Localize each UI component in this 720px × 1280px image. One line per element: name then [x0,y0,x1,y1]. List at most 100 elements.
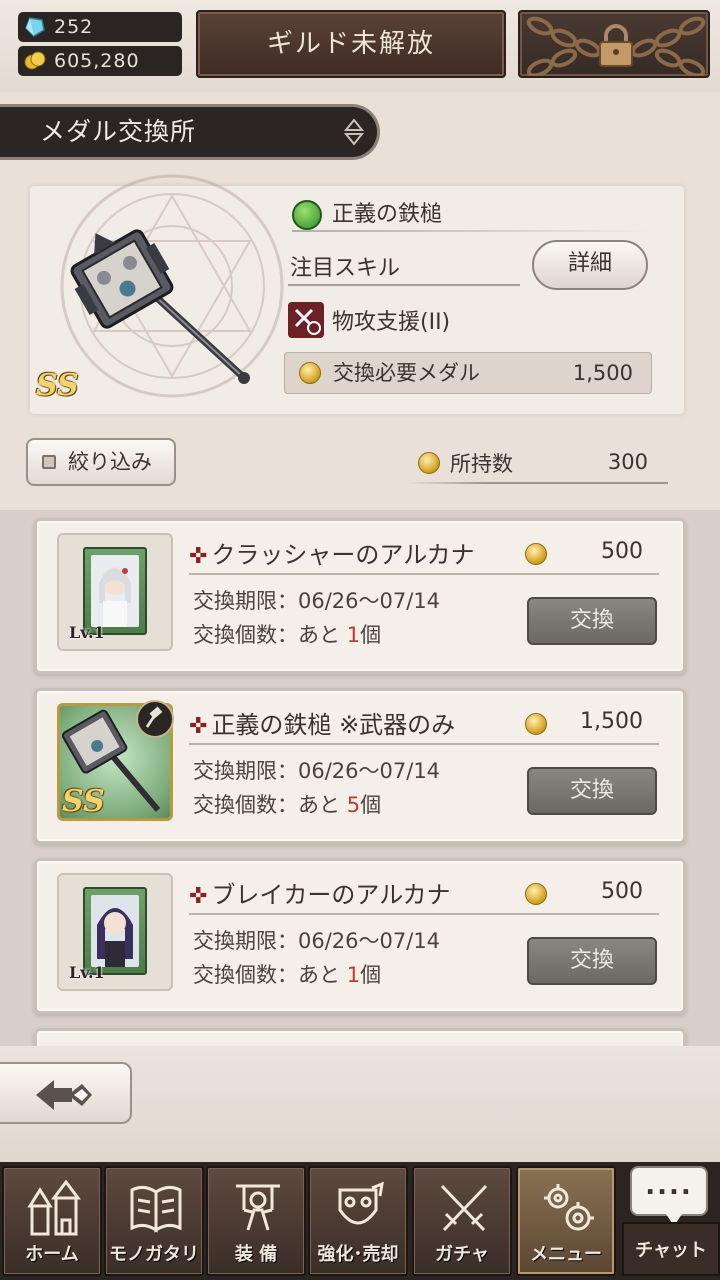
weapon-rank-badge: SS [62,784,105,819]
nav-story-label: モノガタリ [109,1244,199,1265]
medal-icon [299,362,321,384]
filter-checkbox-icon [42,455,56,469]
arcana-card-thumbnail[interactable]: Lv.1 [57,873,173,991]
book-icon [130,1185,182,1233]
medal-icon [525,713,547,735]
nav-equip-label: 装 備 [234,1244,278,1265]
chain-lock-icon [526,16,706,76]
item-title-underline [189,573,659,575]
item-title-text: ブレイカーのアルカナ [211,881,451,909]
gem-count: 252 [54,16,94,38]
list-item: Lv.1 ✜ ブレイカーのアルカナ 500 交換期限：06/26〜07/14 交換… [34,858,686,1014]
cross-bullet-icon: ✜ [189,714,208,739]
filter-label: 絞り込み [68,450,152,474]
mask-icon [338,1181,384,1225]
weapon-thumbnail[interactable]: SS [57,700,174,821]
hammer-weapon-image [70,229,250,384]
item-title-text: クラッシャーのアルカナ [211,541,475,569]
item-title-underline [189,743,659,745]
page-title-text: メダル交換所 [40,117,197,146]
owned-underline [406,482,668,484]
puppet-icon [236,1184,280,1231]
name-underline [292,230,652,232]
sort-icon[interactable] [341,117,367,147]
count-number: 1 [346,963,361,987]
count-suffix: 個 [360,623,382,647]
back-arrow-icon [36,1080,92,1110]
medal-icon [525,883,547,905]
arcana-card-thumbnail[interactable]: Lv.1 [57,533,173,651]
nav-menu[interactable]: メニュー [516,1166,616,1276]
medal-icon [418,452,440,474]
exchange-count: 交換個数：あと 1個 [193,619,381,649]
exchange-button[interactable]: 交換 [527,597,657,645]
nav-gacha-label: ガチャ [435,1244,489,1265]
exchange-count: 交換個数：あと 5個 [193,789,381,819]
filter-button[interactable]: 絞り込み [26,438,176,486]
featured-rank-badge: SS [36,368,79,403]
item-price: 500 [601,539,643,564]
medal-icon [525,543,547,565]
arcana-card-image [73,547,147,645]
hammer-type-icon [136,700,174,738]
chat-button[interactable]: .... [630,1166,708,1226]
nav-chat-label[interactable]: チャット [622,1222,720,1276]
item-title: ✜ 正義の鉄槌 ※武器のみ [189,705,455,740]
nav-gacha[interactable]: ガチャ [412,1166,512,1276]
character-portrait [91,895,139,967]
featured-item-name: 正義の鉄槌 [292,196,442,230]
gears-icon [544,1184,594,1231]
featured-item-name-text: 正義の鉄槌 [332,202,443,227]
exchange-button[interactable]: 交換 [527,937,657,985]
cross-bullet-icon: ✜ [189,884,208,909]
page-title: メダル交換所 [0,104,380,160]
count-suffix: 個 [360,963,382,987]
required-medal-value: 1,500 [572,361,633,385]
gold-count: 605,280 [54,50,140,72]
item-title: ✜ クラッシャーのアルカナ [189,535,474,570]
exchange-count: 交換個数：あと 1個 [193,959,381,989]
skill-underline [288,284,520,286]
exchange-list[interactable]: Lv.1 ✜ クラッシャーのアルカナ 500 交換期限：06/26〜07/14 交… [0,510,720,1050]
locked-feature-button[interactable] [518,10,710,78]
gold-coins-icon [24,51,46,70]
gem-counter: 252 [18,12,182,42]
card-level: Lv.1 [69,623,105,642]
required-medal-label: 交換必要メダル [333,361,480,385]
nav-enhance[interactable]: 強化･売却 [308,1166,408,1276]
nav-menu-label: メニュー [530,1244,602,1265]
list-item: SS ✜ 正義の鉄槌 ※武器のみ 1,500 交換期限：06/26〜07/14 交… [34,688,686,844]
item-price: 1,500 [580,709,643,734]
detail-button[interactable]: 詳細 [532,240,648,290]
nav-home-label: ホーム [25,1244,79,1265]
count-suffix: 個 [360,793,382,817]
count-prefix: 交換個数：あと [193,963,347,987]
character-portrait [91,555,139,627]
required-medal-box: 交換必要メダル 1,500 [284,352,652,394]
owned-medals: 所持数 [418,448,513,478]
count-prefix: 交換個数：あと [193,793,347,817]
list-item: Lv.1 ✜ クラッシャーのアルカナ 500 交換期限：06/26〜07/14 交… [34,518,686,674]
count-prefix: 交換個数：あと [193,623,347,647]
item-price: 500 [601,879,643,904]
owned-label: 所持数 [450,452,513,476]
count-number: 5 [346,793,361,817]
attack-support-skill-icon [288,302,324,338]
exchange-period: 交換期限：06/26〜07/14 [193,589,441,613]
nav-equip[interactable]: 装 備 [206,1166,306,1276]
item-title-text: 正義の鉄槌 ※武器のみ [211,711,456,739]
back-button[interactable] [0,1062,132,1124]
chat-dots-icon: .... [645,1171,693,1201]
card-level: Lv.1 [69,963,105,982]
nav-home[interactable]: ホーム [2,1166,102,1276]
skill-heading: 注目スキル [290,256,401,281]
nav-story[interactable]: モノガタリ [104,1166,204,1276]
exchange-period: 交換期限：06/26〜07/14 [193,929,441,953]
exchange-button[interactable]: 交換 [527,767,657,815]
owned-medals-value: 300 [607,450,648,474]
element-green-icon [292,200,322,230]
guild-button[interactable]: ギルド未解放 [196,10,506,78]
item-title-underline [189,913,659,915]
count-number: 1 [346,623,361,647]
arcana-card-image [73,887,147,985]
